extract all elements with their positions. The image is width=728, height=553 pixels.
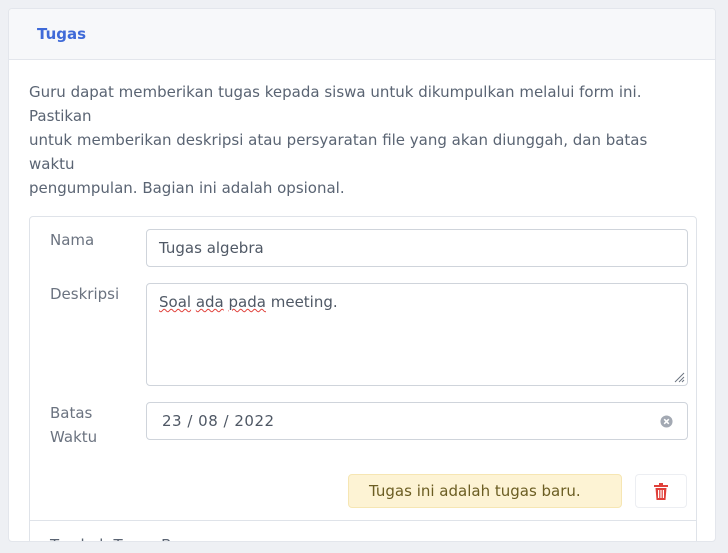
card-header: Tugas <box>9 9 715 60</box>
card-body: Guru dapat memberikan tugas kepada siswa… <box>9 60 715 541</box>
add-assignment-link[interactable]: Tambah Tugas Baru <box>50 533 196 541</box>
delete-button[interactable] <box>635 474 687 508</box>
desc-text-rest: meeting. <box>265 293 338 311</box>
tugas-card: Tugas Guru dapat memberikan tugas kepada… <box>8 8 716 542</box>
name-input[interactable]: Tugas algebra <box>146 229 688 267</box>
deadline-label-line2: Waktu <box>50 428 98 446</box>
deadline-label-line1: Batas <box>50 404 93 422</box>
divider <box>30 520 696 521</box>
resize-grip-icon[interactable] <box>673 371 685 383</box>
clear-icon[interactable] <box>660 415 673 428</box>
description-textarea[interactable]: Soal ada pada meeting. <box>146 283 688 386</box>
desc-word-misspelled: pada <box>228 293 266 311</box>
deadline-date-input[interactable]: 23 / 08 / 2022 <box>146 402 688 440</box>
status-badge: Tugas ini adalah tugas baru. <box>348 474 622 508</box>
desc-word-misspelled: Soal <box>159 293 192 311</box>
trash-icon <box>654 482 668 500</box>
assignment-form: Nama Tugas algebra Deskripsi Soal ada pa… <box>29 216 697 541</box>
name-label: Nama <box>50 231 95 249</box>
intro-text: Guru dapat memberikan tugas kepada siswa… <box>29 83 648 197</box>
card-title: Tugas <box>37 25 87 43</box>
deadline-value: 23 / 08 / 2022 <box>162 412 275 430</box>
description-label: Deskripsi <box>50 285 120 303</box>
desc-word-misspelled: ada <box>195 293 224 311</box>
